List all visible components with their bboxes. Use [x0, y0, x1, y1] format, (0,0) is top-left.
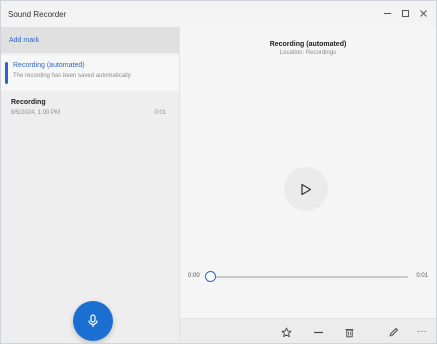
recording-detail: The recording has been saved automatical…	[13, 73, 131, 79]
minimize-icon[interactable]	[378, 5, 396, 21]
recording-name: Recording (automated)	[13, 62, 85, 69]
add-mark-button[interactable]: Add mark	[1, 27, 179, 53]
more-icon[interactable]: ···	[414, 324, 430, 340]
delete-icon[interactable]	[341, 324, 357, 340]
recording-list-item[interactable]: Recording 8/5/2024, 1:00 PM 0:01	[1, 95, 179, 125]
selection-indicator	[5, 62, 8, 84]
recording-list-item-selected[interactable]: Recording (automated) The recording has …	[1, 55, 179, 91]
star-icon[interactable]	[278, 324, 294, 340]
edit-icon[interactable]	[385, 324, 401, 340]
recordings-sidebar: Add mark Recording (automated) The recor…	[1, 27, 180, 343]
window-title: Sound Recorder	[8, 9, 67, 19]
seek-track[interactable]	[208, 276, 408, 278]
close-icon[interactable]	[414, 5, 432, 21]
add-mark-label: Add mark	[9, 36, 39, 44]
player-toolbar: ···	[180, 318, 436, 343]
recording-date: 8/5/2024, 1:00 PM	[11, 110, 61, 116]
microphone-icon	[88, 314, 98, 327]
recording-duration: 0:01	[154, 110, 166, 116]
time-current: 0:00	[188, 273, 200, 279]
seek-thumb[interactable]	[205, 271, 216, 282]
time-total: 0:01	[416, 273, 428, 279]
recording-name: Recording	[11, 99, 46, 106]
player-pane: Recording (automated) Location: Recordin…	[180, 27, 436, 343]
window-controls	[378, 5, 432, 21]
player-subtitle: Location: Recordings	[279, 50, 337, 56]
app-window: Sound Recorder Add mark Recording (autom…	[0, 0, 437, 344]
play-icon	[301, 183, 312, 195]
player-title: Recording (automated)	[269, 41, 347, 48]
maximize-icon[interactable]	[396, 5, 414, 21]
title-bar[interactable]: Sound Recorder	[1, 1, 436, 27]
more-label: ···	[417, 326, 427, 337]
record-button[interactable]	[73, 301, 113, 341]
trim-icon[interactable]	[310, 324, 326, 340]
play-button[interactable]	[284, 167, 328, 211]
